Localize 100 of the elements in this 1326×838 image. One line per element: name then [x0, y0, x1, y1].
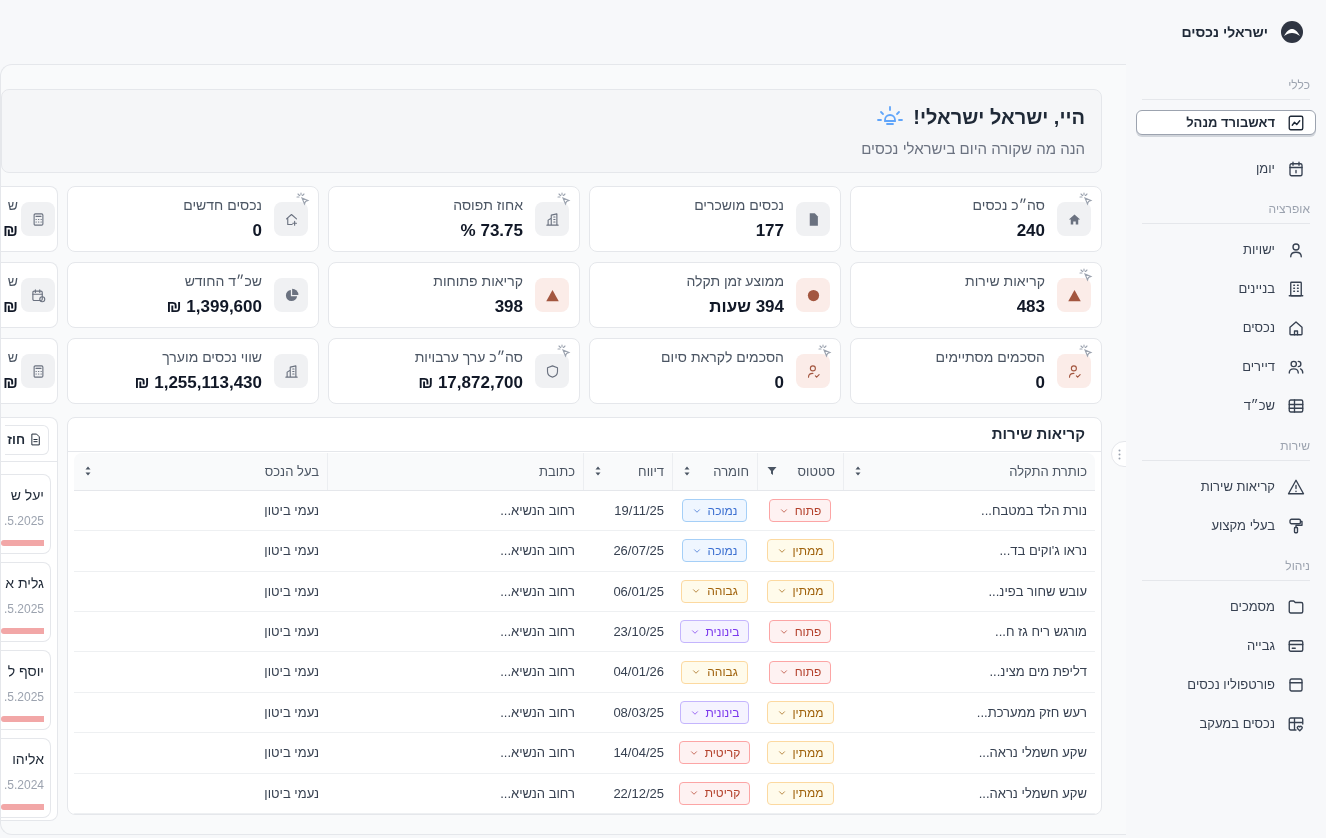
table-cell: נעמי ביטון [264, 543, 319, 559]
table-cell: רחוב הנשיא... [500, 543, 575, 559]
table-cell: רחוב הנשיא... [500, 704, 575, 720]
severity-badge[interactable]: קריטית [678, 741, 751, 765]
status-badge[interactable]: ממתין [766, 741, 834, 765]
user-icon [1287, 240, 1305, 259]
sidebar-item[interactable]: נכסים [1136, 308, 1316, 347]
table-cell: 26/07/25 [613, 543, 664, 559]
sidebar-item[interactable]: מסמכים [1136, 587, 1316, 626]
stat-value: 177 [754, 219, 784, 242]
column-header[interactable]: כתובת [327, 452, 583, 490]
date-text: .5.2025 [3, 601, 44, 618]
date-text: .5.2025 [3, 689, 44, 706]
table-cell: שקע חשמלי נראה... [978, 745, 1087, 761]
severity-badge[interactable]: בינונית [679, 701, 750, 724]
stat-value: 394 שעות [708, 295, 784, 318]
calendar-clock-icon [30, 287, 46, 303]
stat-value: 0 [251, 219, 262, 242]
table-cell: נעמי ביטון [264, 502, 319, 518]
section-label: ניהול [1285, 558, 1310, 575]
status-badge[interactable]: פתוח [768, 660, 832, 684]
section-label: כללי [1288, 77, 1310, 94]
status-badge[interactable]: ממתין [766, 539, 834, 563]
stat-label: ש [6, 195, 18, 215]
buildings-icon [544, 211, 560, 227]
stat-label: שווי נכסים מוערך [161, 347, 262, 367]
stat-label: קריאות שירות [965, 271, 1045, 291]
table-cell: 06/01/25 [613, 583, 664, 599]
calculator-icon [30, 211, 46, 227]
sidebar-item[interactable]: בעלי מקצוע [1136, 506, 1316, 545]
stat-label: ש [6, 271, 18, 291]
table-cell: נעמי ביטון [264, 624, 319, 639]
column-header[interactable]: חומרה [672, 452, 757, 490]
table-icon [1287, 396, 1305, 415]
stat-value: 0 [773, 371, 784, 394]
sidebar-toggle[interactable] [1111, 441, 1126, 467]
shield-icon [544, 363, 560, 379]
sidebar-item[interactable]: פורטפוליו נכסים [1136, 665, 1316, 704]
sidebar-item[interactable]: יומן [1136, 149, 1316, 188]
section-label: שירות [1280, 438, 1310, 455]
sidebar-item[interactable]: נכסים במעקב [1136, 704, 1316, 743]
table-cell: נורת הלד במטבח... [981, 502, 1087, 518]
severity-badge[interactable]: נמוכה [681, 499, 748, 523]
calendar-icon [1287, 159, 1305, 178]
table-cell: רחוב הנשיא... [500, 624, 575, 639]
stat-label: אחוז תפוסה [453, 195, 523, 215]
sidebar-item[interactable]: בניינים [1136, 269, 1316, 308]
status-badge[interactable]: פתוח [768, 499, 832, 523]
section-label: אופרציה [1268, 201, 1310, 218]
severity-badge[interactable]: בינונית [679, 620, 750, 644]
table-cell: 08/03/25 [613, 704, 664, 720]
status-badge[interactable]: ממתין [766, 781, 834, 805]
table-title: קריאות שירות [991, 424, 1085, 445]
column-header[interactable]: דיווח [583, 452, 672, 490]
sidebar-item[interactable]: קריאות שירות [1136, 467, 1316, 506]
table-cell: דליפת מים מצינ... [989, 664, 1087, 680]
severity-badge[interactable]: נמוכה [681, 539, 748, 563]
pie-chart-icon [283, 287, 299, 303]
sidebar-item[interactable]: גבייה [1136, 626, 1316, 665]
column-header[interactable]: כותרת התקלה [843, 452, 1095, 490]
document-button[interactable]: חוז [5, 424, 49, 455]
severity-badge[interactable]: גבוהה [681, 579, 748, 603]
stat-label: נכסים מושכרים [694, 195, 784, 215]
stat-label: סה״כ נכסים [972, 195, 1045, 215]
table-cell: רחוב הנשיא... [500, 785, 575, 801]
sidebar-item[interactable]: ישויות [1136, 230, 1316, 269]
dots-icon [1117, 448, 1121, 460]
stat-label: ממוצע זמן תקלה [686, 271, 784, 291]
stat-value: 17,872,700 ₪ [417, 371, 523, 394]
severity-badge[interactable]: גבוהה [681, 660, 748, 684]
sidebar-item[interactable]: שכ״ד [1136, 386, 1316, 425]
table-cell: 19/11/25 [614, 502, 664, 518]
table-cell: רחוב הנשיא... [500, 745, 575, 761]
table-cell: נעמי ביטון [264, 583, 319, 599]
stat-label: ש [6, 347, 18, 367]
sidebar-item[interactable]: דאשבורד מנהל [1136, 110, 1316, 135]
severity-badge[interactable]: קריטית [678, 781, 751, 805]
stat-label: הסכמים לקראת סיום [661, 347, 784, 367]
table-cell: נראו ג'וקים בד... [999, 543, 1087, 559]
stat-value: ₪ [2, 371, 18, 394]
table-cell: רחוב הנשיא... [500, 502, 575, 518]
person-name: גלית א [4, 574, 44, 593]
table-cell: רחוב הנשיא... [500, 583, 575, 599]
column-header[interactable]: סטטוס [757, 452, 843, 490]
calculator-icon [30, 363, 46, 379]
sidebar-item[interactable]: דיירים [1136, 347, 1316, 386]
table-cell: נעמי ביטון [264, 745, 319, 761]
table-cell: מורגש ריח גז ח... [995, 624, 1087, 639]
stat-value: 73.75 % [459, 219, 523, 242]
stat-value: 398 [493, 295, 523, 318]
logo-icon [1280, 20, 1304, 44]
table-cell: נעמי ביטון [264, 704, 319, 720]
status-badge[interactable]: ממתין [766, 579, 834, 603]
table-cell: רחוב הנשיא... [500, 664, 575, 680]
column-header[interactable]: בעל הנכס [74, 452, 327, 490]
status-badge[interactable]: ממתין [766, 701, 834, 724]
status-badge[interactable]: פתוח [768, 620, 832, 644]
table-cell: 22/12/25 [613, 785, 664, 801]
window-icon [1287, 675, 1305, 694]
stat-value: 1,255,113,430 ₪ [134, 371, 262, 394]
